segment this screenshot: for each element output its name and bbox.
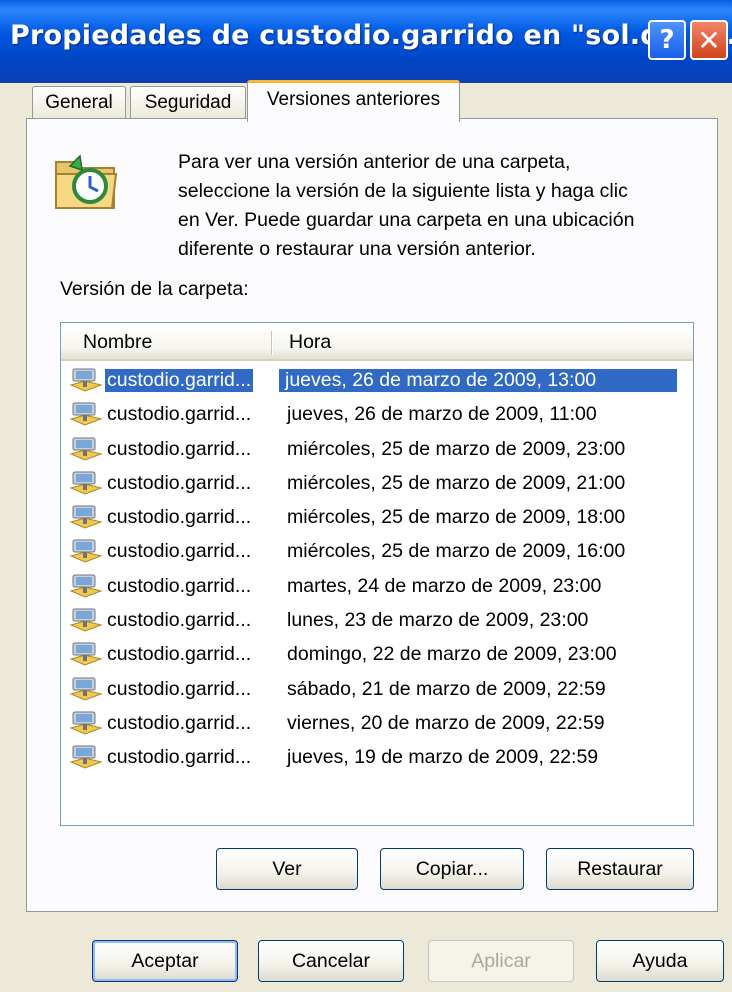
row-time: sábado, 21 de marzo de 2009, 22:59 [287,677,606,700]
copiar-button[interactable]: Copiar... [380,848,524,890]
row-name: custodio.garrid... [107,540,252,563]
table-row[interactable]: custodio.garrid... martes, 24 de marzo de… [61,569,693,603]
version-list[interactable]: Nombre Hora custodio.garrid... jueves, 26… [60,322,694,826]
row-time: lunes, 23 de marzo de 2009, 23:00 [287,609,589,632]
table-row[interactable]: custodio.garrid... domingo, 22 de marzo d… [61,637,693,671]
table-row[interactable]: custodio.garrid... viernes, 20 de marzo d… [61,706,693,740]
network-share-icon [69,744,103,770]
row-name: custodio.garrid... [107,711,252,734]
network-share-icon [69,676,103,702]
network-share-icon [69,641,103,667]
table-row[interactable]: custodio.garrid... miércoles, 25 de marzo… [61,500,693,534]
ayuda-button[interactable]: Ayuda [596,940,724,982]
row-name: custodio.garrid... [107,643,252,666]
description-text: Para ver una versión anterior de una car… [178,148,718,264]
row-time: miércoles, 25 de marzo de 2009, 18:00 [287,506,626,529]
row-time: domingo, 22 de marzo de 2009, 23:00 [287,643,617,666]
close-button[interactable]: ✕ [690,20,728,60]
table-row[interactable]: custodio.garrid... sábado, 21 de marzo de… [61,672,693,706]
row-time: miércoles, 25 de marzo de 2009, 23:00 [287,437,626,460]
description-line: Para ver una versión anterior de una car… [178,151,571,173]
table-row[interactable]: custodio.garrid... jueves, 26 de marzo de… [61,397,693,431]
row-time: viernes, 20 de marzo de 2009, 22:59 [287,711,605,734]
tab-seguridad[interactable]: Seguridad [130,86,246,119]
row-time: jueves, 26 de marzo de 2009, 13:00 [279,369,677,392]
network-share-icon [69,607,103,633]
table-row[interactable]: custodio.garrid... jueves, 19 de marzo de… [61,740,693,774]
description-line: diferente o restaurar una versión anteri… [178,238,536,260]
ver-button[interactable]: Ver [216,848,358,890]
row-name: custodio.garrid... [107,471,252,494]
list-header: Nombre Hora [61,323,693,361]
tab-versiones-anteriores[interactable]: Versiones anteriores [247,80,460,122]
row-name: custodio.garrid... [107,746,252,769]
row-time: martes, 24 de marzo de 2009, 23:00 [287,574,602,597]
column-header-hora[interactable]: Hora [289,331,331,354]
column-divider[interactable] [271,331,272,355]
network-share-icon [69,401,103,427]
network-share-icon [69,538,103,564]
row-name: custodio.garrid... [107,403,252,426]
table-row[interactable]: custodio.garrid... miércoles, 25 de marzo… [61,534,693,568]
row-time: jueves, 26 de marzo de 2009, 11:00 [287,403,597,426]
network-share-icon [69,470,103,496]
network-share-icon [69,436,103,462]
window-title: Propiedades de custodio.garrido en "sol.… [10,20,732,51]
row-name: custodio.garrid... [107,677,252,700]
row-time: miércoles, 25 de marzo de 2009, 16:00 [287,540,626,563]
table-row[interactable]: custodio.garrid... miércoles, 25 de marzo… [61,432,693,466]
list-rows: custodio.garrid... jueves, 26 de marzo de… [61,363,693,775]
title-bar[interactable]: Propiedades de custodio.garrido en "sol.… [0,0,732,83]
aceptar-button[interactable]: Aceptar [92,940,238,982]
table-row[interactable]: custodio.garrid... miércoles, 25 de marzo… [61,466,693,500]
table-row[interactable]: custodio.garrid... jueves, 26 de marzo de… [61,363,693,397]
row-name: custodio.garrid... [107,609,252,632]
cancelar-button[interactable]: Cancelar [258,940,404,982]
table-row[interactable]: custodio.garrid... lunes, 23 de marzo de … [61,603,693,637]
network-share-icon [69,710,103,736]
row-time: miércoles, 25 de marzo de 2009, 21:00 [287,471,626,494]
row-name: custodio.garrid... [107,574,252,597]
network-share-icon [69,367,103,393]
column-header-nombre[interactable]: Nombre [83,331,152,354]
restaurar-button[interactable]: Restaurar [546,848,694,890]
row-name: custodio.garrid... [105,369,254,392]
row-time: jueves, 19 de marzo de 2009, 22:59 [287,746,599,769]
description-line: en Ver. Puede guardar una carpeta en una… [178,209,635,231]
aplicar-button: Aplicar [428,940,574,982]
row-name: custodio.garrid... [107,437,252,460]
help-button[interactable]: ? [648,20,686,60]
network-share-icon [69,573,103,599]
tab-general[interactable]: General [32,86,126,119]
network-share-icon [69,504,103,530]
folder-version-label: Versión de la carpeta: [60,278,249,300]
description-line: seleccione la versión de la siguiente li… [178,180,628,202]
folder-history-icon [55,154,118,209]
row-name: custodio.garrid... [107,506,252,529]
